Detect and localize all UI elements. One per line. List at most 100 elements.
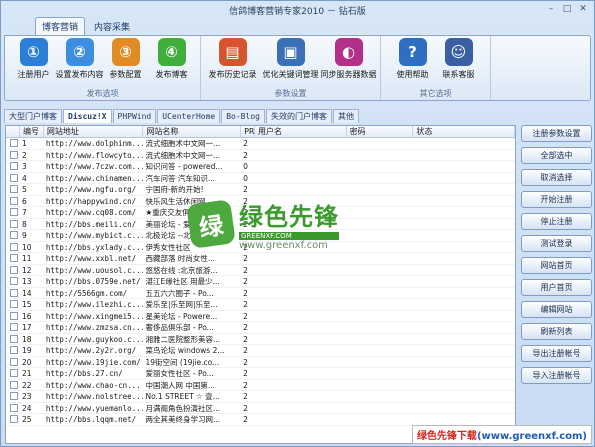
- side-button-7[interactable]: 用户首页: [521, 279, 592, 296]
- row-checkbox[interactable]: [10, 369, 18, 377]
- ribbon-tab-0[interactable]: 博客营销: [35, 17, 86, 35]
- table-row[interactable]: 17 http://www.zmzsa.cn... 奢侈品俱乐部 - Po... 2: [6, 322, 515, 334]
- settings-content-button[interactable]: ② 设置发布内容: [56, 38, 104, 80]
- table-row[interactable]: 15 http://www.ilezhi.c... 爱乐至|乐至网|乐至... 2: [6, 299, 515, 311]
- row-checkbox[interactable]: [10, 334, 18, 343]
- table-row[interactable]: 11 http://www.xxbl.net/西藏部落 时尚女性... 2: [6, 253, 515, 265]
- table-row[interactable]: 16 http://www.xingmei5... 星美论坛 - Powere...…: [6, 311, 515, 322]
- row-checkbox[interactable]: [10, 392, 18, 400]
- history-books-button[interactable]: ▤ 发布历史记录: [204, 38, 262, 80]
- minimize-button[interactable]: –: [544, 3, 558, 15]
- row-checkbox[interactable]: [10, 415, 18, 423]
- row-checkbox[interactable]: [10, 323, 18, 331]
- row-checkbox[interactable]: [10, 346, 18, 354]
- row-checkbox[interactable]: [10, 288, 18, 297]
- column-header[interactable]: 用户名: [255, 126, 347, 137]
- row-checkbox[interactable]: [10, 254, 18, 262]
- table-row[interactable]: 24 http://www.yuemanlo... 月满阁角色扮演社区... 2: [6, 403, 515, 414]
- table-row[interactable]: 10 http://bbs.yxlady.c... 伊秀女性社区 2: [6, 242, 515, 253]
- table-row[interactable]: 3 http://www.7czw.com... 知识问答 - powered...…: [6, 161, 515, 173]
- row-checkbox[interactable]: [10, 403, 18, 412]
- row-checkbox[interactable]: [10, 265, 18, 274]
- keyword-box-button[interactable]: ▣ 优化关键词管理: [262, 38, 320, 80]
- column-header[interactable]: 网站名称: [143, 126, 242, 137]
- side-button-2[interactable]: 取消选择: [521, 169, 592, 186]
- row-select-cell: [6, 311, 20, 322]
- table-row[interactable]: 20 http://www.19jie.com/19街空间 (19jie.co..…: [6, 357, 515, 368]
- site-tab-3[interactable]: UCenterHome: [157, 109, 221, 123]
- site-tab-1[interactable]: Discuz!X: [63, 109, 112, 123]
- table-row[interactable]: 2 http://www.flowcyto... 流式细胞术中文网一... 2: [6, 150, 515, 161]
- side-button-8[interactable]: 编辑网站: [521, 301, 592, 318]
- table-row[interactable]: 23 http://www.nolstree... No.1 STREET ☆ 壹.…: [6, 391, 515, 403]
- register-user-button[interactable]: ① 注册用户: [11, 38, 57, 80]
- sync-server-button[interactable]: ◐ 同步服务器数据: [320, 38, 378, 80]
- row-checkbox[interactable]: [10, 196, 18, 205]
- table-row[interactable]: 25 http://bbs.lqqm.net/两全其美终身学习网... 2: [6, 414, 515, 426]
- row-checkbox[interactable]: [10, 380, 18, 389]
- row-checkbox[interactable]: [10, 219, 18, 228]
- table-row[interactable]: 4 http://www.chinamen... 汽车问答 汽车知识... 0: [6, 173, 515, 184]
- table-row[interactable]: 5 http://www.ngfu.org/宁国府-新的开始! 2: [6, 184, 515, 196]
- row-checkbox[interactable]: [10, 139, 18, 147]
- side-button-0[interactable]: 注册参数设置: [521, 125, 592, 142]
- column-header[interactable]: 密码: [347, 126, 414, 137]
- table-row[interactable]: 6 http://happywind.cn/快乐风生活休闲网 2: [6, 196, 515, 207]
- row-password: [347, 230, 414, 241]
- side-button-4[interactable]: 停止注册: [521, 213, 592, 230]
- column-header[interactable]: PR: [241, 126, 256, 137]
- side-button-10[interactable]: 导出注册帐号: [521, 345, 592, 362]
- row-checkbox[interactable]: [10, 173, 18, 182]
- row-status: [413, 334, 515, 345]
- row-checkbox[interactable]: [10, 162, 18, 170]
- row-checkbox[interactable]: [10, 311, 18, 320]
- maximize-button[interactable]: □: [560, 3, 574, 15]
- table-row[interactable]: 18 http://www.guykoo.c... 湘雅二医院整形美容... 2: [6, 334, 515, 345]
- row-checkbox[interactable]: [10, 231, 18, 239]
- table-row[interactable]: 14 http://5566gm.com/五五六六圈子 - Po... 2: [6, 288, 515, 299]
- row-checkbox[interactable]: [10, 150, 18, 159]
- side-button-11[interactable]: 导入注册帐号: [521, 367, 592, 384]
- ribbon-tab-1[interactable]: 内容采集: [87, 17, 137, 35]
- row-checkbox[interactable]: [10, 300, 18, 308]
- table-row[interactable]: 7 http://www.cq08.com/ ★重庆交友俱乐部★... 2: [6, 207, 515, 219]
- contact-support-button[interactable]: ☺ 联系客服: [436, 38, 482, 80]
- side-button-5[interactable]: 测试登录: [521, 235, 592, 252]
- row-username: [255, 265, 347, 276]
- site-tab-2[interactable]: PHPWind: [112, 109, 157, 123]
- row-site-name: 奢侈品俱乐部 - Po...: [145, 323, 214, 332]
- column-header[interactable]: [6, 126, 20, 137]
- row-number: 16: [21, 311, 32, 321]
- table-row[interactable]: 9 http://www.mybict.c... 北极论坛 --北京... 2: [6, 230, 515, 242]
- row-number: 24: [21, 403, 32, 413]
- site-tab-4[interactable]: Bo-Blog: [221, 109, 265, 123]
- table-row[interactable]: 21 http://bbs.27.cn/爱丽女性社区 - Po... 2: [6, 368, 515, 380]
- column-header[interactable]: 状态: [413, 126, 515, 137]
- column-header[interactable]: 编号: [20, 126, 44, 137]
- row-checkbox[interactable]: [10, 208, 18, 216]
- site-tab-0[interactable]: 大型门户博客: [4, 109, 62, 123]
- site-tab-6[interactable]: 其他: [332, 109, 359, 123]
- side-button-1[interactable]: 全部选中: [521, 147, 592, 164]
- site-tab-5[interactable]: 失效的门户博客: [265, 109, 332, 123]
- table-row[interactable]: 8 http://bbs.meili.cn/美丽论坛 - 爱美丽... 2: [6, 219, 515, 230]
- close-button[interactable]: ✕: [576, 3, 590, 15]
- column-header[interactable]: 网站地址: [44, 126, 144, 137]
- side-button-6[interactable]: 网站首页: [521, 257, 592, 274]
- row-checkbox[interactable]: [10, 357, 18, 366]
- param-config-button[interactable]: ③ 参数配置: [103, 38, 149, 80]
- table-row[interactable]: 13 http://bbs.0759e.net/湛江E缘社区 用最少... 2: [6, 276, 515, 288]
- download-banner[interactable]: 绿色先锋下载(www.greenxf.com): [411, 425, 592, 444]
- table-row[interactable]: 22 http://www.chao-cn... 中国潮人网 中国第... 2: [6, 380, 515, 391]
- row-checkbox[interactable]: [10, 277, 18, 285]
- row-checkbox[interactable]: [10, 242, 18, 251]
- publish-blog-button[interactable]: ④ 发布博客: [149, 38, 195, 80]
- table-row[interactable]: 19 http://www.2y2r.org/菜鸟论坛 windows 2... 2: [6, 345, 515, 357]
- side-button-3[interactable]: 开始注册: [521, 191, 592, 208]
- table-row[interactable]: 12 http://www.uousol.c... 悠悠在线 :北京旅游... 2: [6, 265, 515, 276]
- row-username: [255, 391, 347, 402]
- side-button-9[interactable]: 刷新列表: [521, 323, 592, 340]
- help-button[interactable]: ? 使用帮助: [390, 38, 436, 80]
- table-row[interactable]: 1 http://www.dolphinm... 流式细胞术中文网一... 2: [6, 138, 515, 150]
- row-checkbox[interactable]: [10, 185, 18, 193]
